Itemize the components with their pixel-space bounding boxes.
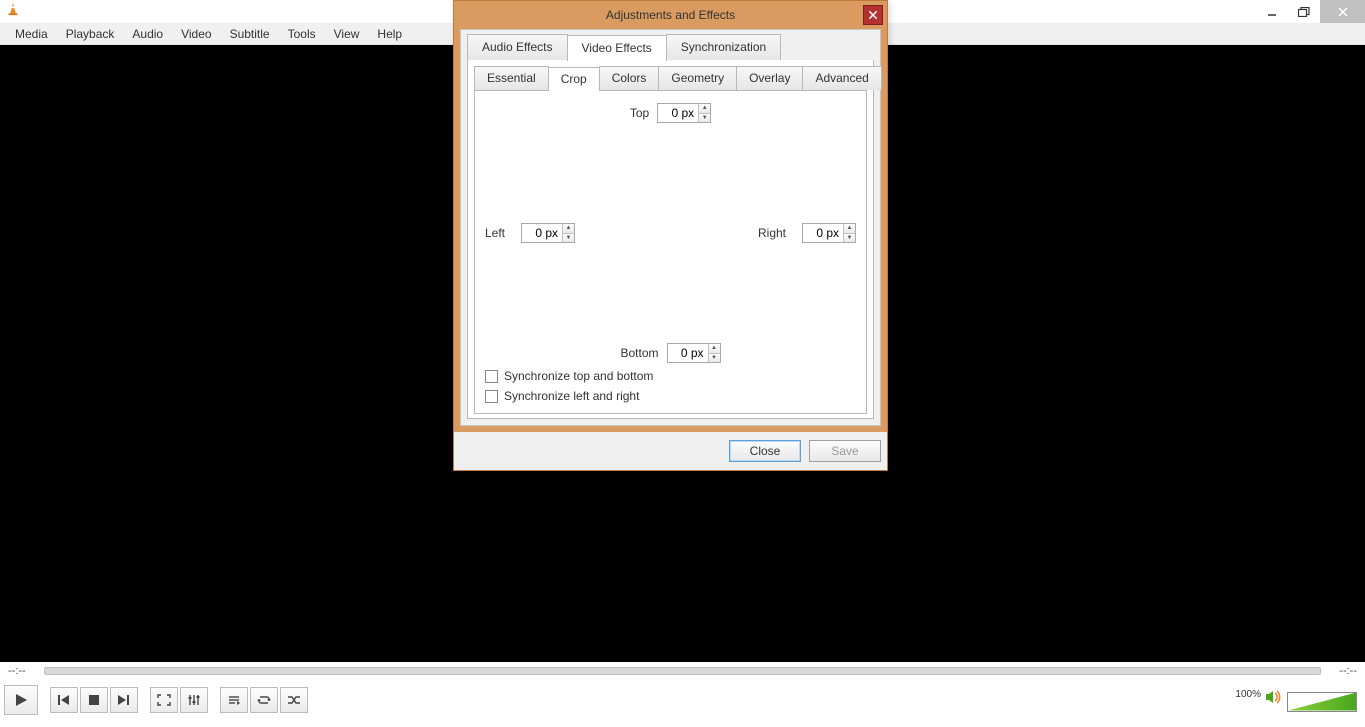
seek-row: --:-- --:-- bbox=[0, 662, 1365, 680]
menu-view[interactable]: View bbox=[325, 25, 369, 43]
sync-left-right-checkbox[interactable] bbox=[485, 390, 498, 403]
subtab-advanced[interactable]: Advanced bbox=[802, 66, 881, 90]
speaker-icon[interactable] bbox=[1265, 689, 1283, 710]
menu-media[interactable]: Media bbox=[6, 25, 57, 43]
crop-right-label: Right bbox=[758, 226, 786, 240]
window-close-button[interactable] bbox=[1320, 0, 1365, 23]
subtab-essential[interactable]: Essential bbox=[474, 66, 549, 90]
subtab-colors[interactable]: Colors bbox=[599, 66, 660, 90]
loop-button[interactable] bbox=[250, 687, 278, 713]
crop-right-input[interactable] bbox=[803, 224, 843, 242]
play-button[interactable] bbox=[4, 685, 38, 715]
subtab-overlay[interactable]: Overlay bbox=[736, 66, 803, 90]
volume-label: 100% bbox=[1235, 689, 1261, 700]
menu-help[interactable]: Help bbox=[368, 25, 411, 43]
volume-slider[interactable] bbox=[1287, 692, 1357, 712]
vlc-cone-icon bbox=[6, 2, 20, 21]
dialog-title: Adjustments and Effects bbox=[606, 8, 735, 22]
crop-left-input[interactable] bbox=[522, 224, 562, 242]
menu-audio[interactable]: Audio bbox=[123, 25, 172, 43]
sync-left-right-label: Synchronize left and right bbox=[504, 389, 639, 403]
seek-slider[interactable] bbox=[44, 667, 1321, 675]
maximize-button[interactable] bbox=[1288, 0, 1320, 23]
sync-top-bottom-checkbox[interactable] bbox=[485, 370, 498, 383]
crop-top-input[interactable] bbox=[658, 104, 698, 122]
menu-playback[interactable]: Playback bbox=[57, 25, 124, 43]
menu-tools[interactable]: Tools bbox=[279, 25, 325, 43]
extended-settings-button[interactable] bbox=[180, 687, 208, 713]
subtab-crop[interactable]: Crop bbox=[548, 67, 600, 91]
time-total: --:-- bbox=[1327, 665, 1357, 677]
subtab-geometry[interactable]: Geometry bbox=[658, 66, 737, 90]
tab-audio-effects[interactable]: Audio Effects bbox=[467, 34, 568, 60]
stop-button[interactable] bbox=[80, 687, 108, 713]
crop-top-spinner[interactable]: ▲▼ bbox=[657, 103, 711, 123]
crop-bottom-label: Bottom bbox=[620, 346, 658, 360]
dialog-titlebar[interactable]: Adjustments and Effects bbox=[454, 1, 887, 29]
previous-button[interactable] bbox=[50, 687, 78, 713]
fullscreen-button[interactable] bbox=[150, 687, 178, 713]
crop-panel: Top ▲▼ Left ▲▼ Right bbox=[474, 90, 867, 414]
dialog-close-action[interactable]: Close bbox=[729, 440, 801, 462]
tab-synchronization[interactable]: Synchronization bbox=[666, 34, 781, 60]
dialog-save-action[interactable]: Save bbox=[809, 440, 881, 462]
adjustments-effects-dialog: Adjustments and Effects Audio Effects Vi… bbox=[453, 0, 888, 471]
menu-subtitle[interactable]: Subtitle bbox=[221, 25, 279, 43]
crop-bottom-input[interactable] bbox=[668, 344, 708, 362]
crop-top-label: Top bbox=[630, 106, 649, 120]
minimize-button[interactable] bbox=[1256, 0, 1288, 23]
menu-video[interactable]: Video bbox=[172, 25, 220, 43]
shuffle-button[interactable] bbox=[280, 687, 308, 713]
playlist-button[interactable] bbox=[220, 687, 248, 713]
crop-left-spinner[interactable]: ▲▼ bbox=[521, 223, 575, 243]
dialog-close-button[interactable] bbox=[863, 5, 883, 25]
sync-top-bottom-label: Synchronize top and bottom bbox=[504, 369, 653, 383]
playback-controls: 100% bbox=[0, 680, 1365, 720]
next-button[interactable] bbox=[110, 687, 138, 713]
crop-bottom-spinner[interactable]: ▲▼ bbox=[667, 343, 721, 363]
crop-left-label: Left bbox=[485, 226, 505, 240]
tab-video-effects[interactable]: Video Effects bbox=[567, 35, 667, 61]
time-elapsed: --:-- bbox=[8, 665, 38, 677]
crop-right-spinner[interactable]: ▲▼ bbox=[802, 223, 856, 243]
